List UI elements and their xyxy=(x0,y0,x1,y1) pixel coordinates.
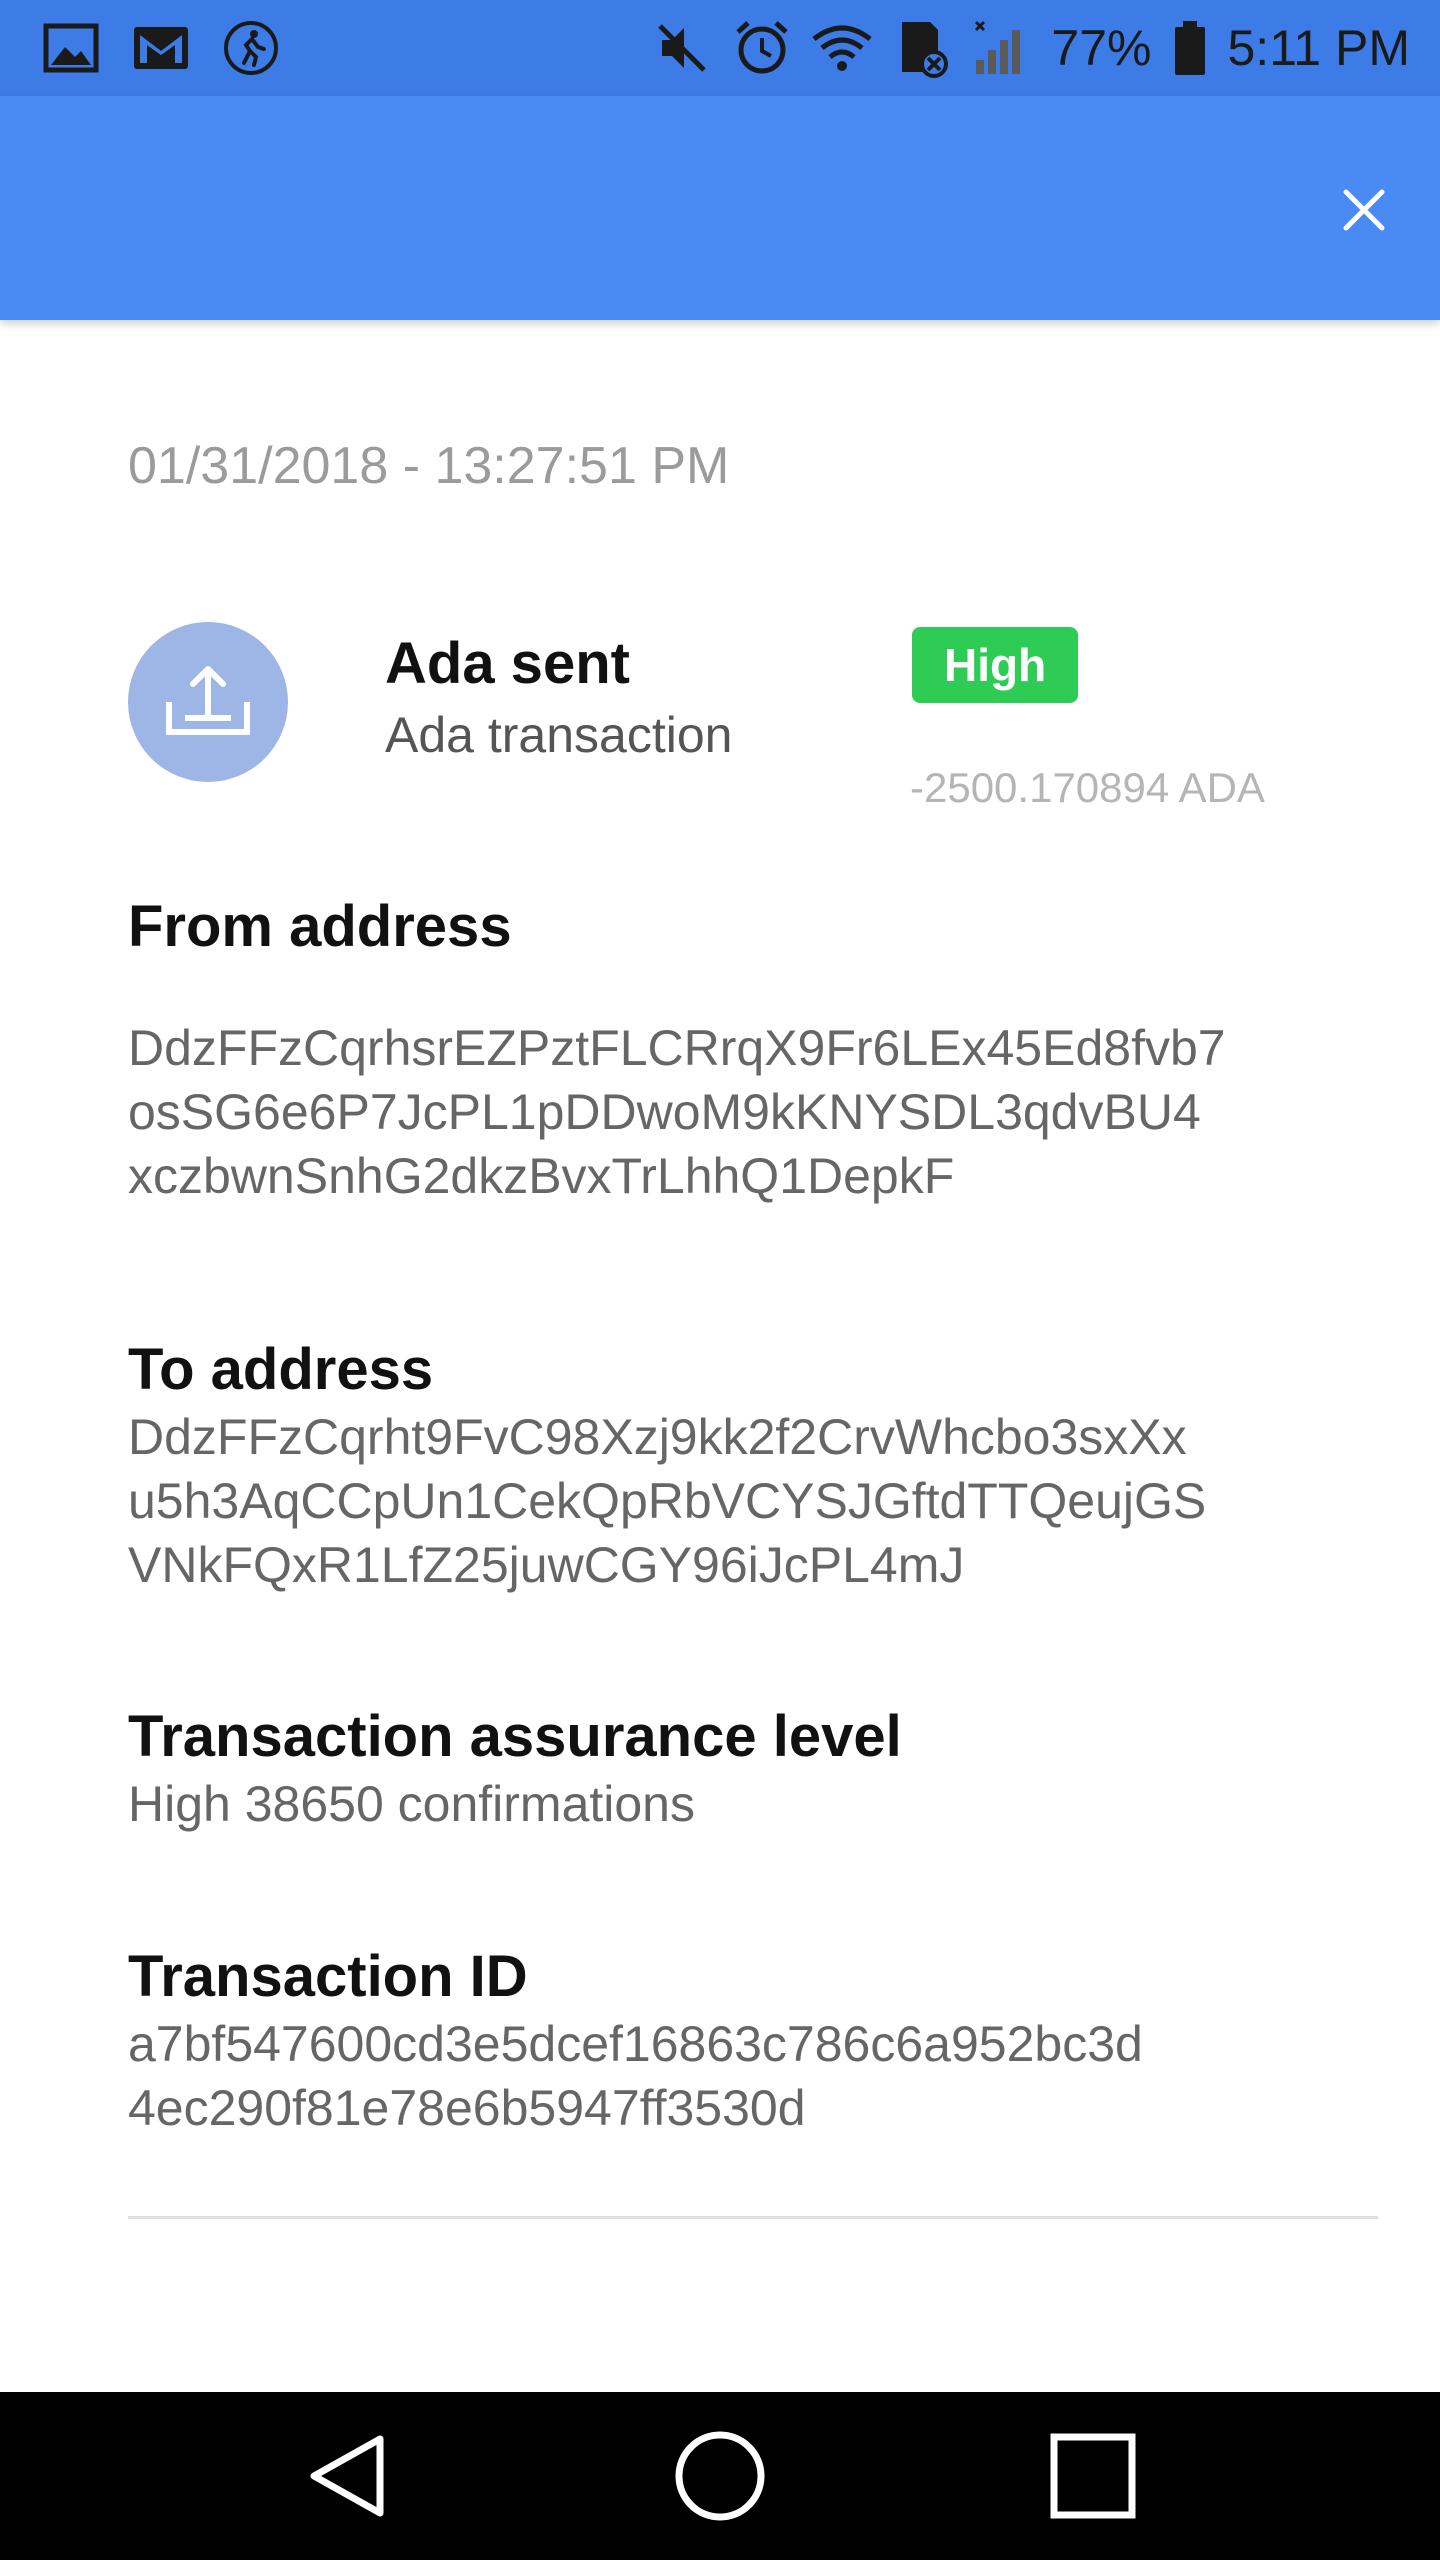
transaction-summary: Ada sent Ada transaction High -2500.1708… xyxy=(128,622,1378,842)
signal-icon xyxy=(971,17,1033,79)
app-header xyxy=(0,96,1440,320)
gallery-icon xyxy=(40,17,102,79)
home-button[interactable] xyxy=(650,2416,790,2536)
from-address-title: From address xyxy=(128,894,512,959)
fitness-icon xyxy=(220,17,282,79)
transaction-detail-screen: 77% 5:11 PM 01/31/2018 - 13:27:51 PM Ada… xyxy=(0,0,1440,2560)
upload-icon xyxy=(166,666,250,735)
close-button[interactable] xyxy=(1328,174,1400,246)
transaction-id-line: 4ec290f81e78e6b5947ff3530d xyxy=(128,2080,806,2136)
transaction-id-section: Transaction ID a7bf547600cd3e5dcef16863c… xyxy=(128,1942,1378,2140)
assurance-level-value: High 38650 confirmations xyxy=(128,1776,695,1832)
to-address-line: VNkFQxR1LfZ25juwCGY96iJcPL4mJ xyxy=(128,1537,965,1593)
sd-card-icon xyxy=(891,17,953,79)
transaction-id-value[interactable]: a7bf547600cd3e5dcef16863c786c6a952bc3d 4… xyxy=(128,2012,1378,2140)
transaction-amount: -2500.170894 ADA xyxy=(910,764,1265,811)
transaction-title: Ada sent xyxy=(385,631,630,696)
from-address-section: From address DdzFFzCqrhsrEZPztFLCRrqX9Fr… xyxy=(128,892,1378,1208)
from-address-value[interactable]: DdzFFzCqrhsrEZPztFLCRrqX9Fr6LEx45Ed8fvb7… xyxy=(128,1016,1378,1208)
mute-icon xyxy=(651,17,713,79)
navigation-bar xyxy=(0,2392,1440,2560)
battery-percent: 77% xyxy=(1051,20,1152,76)
assurance-level-title: Transaction assurance level xyxy=(128,1704,902,1769)
recents-button[interactable] xyxy=(1023,2416,1163,2536)
transaction-type-avatar xyxy=(128,622,288,782)
back-icon xyxy=(310,2435,384,2517)
transaction-id-line: a7bf547600cd3e5dcef16863c786c6a952bc3d xyxy=(128,2016,1143,2072)
transaction-subtitle: Ada transaction xyxy=(385,707,733,763)
assurance-badge: High xyxy=(912,627,1079,703)
from-address-line: DdzFFzCqrhsrEZPztFLCRrqX9Fr6LEx45Ed8fvb7 xyxy=(128,1020,1226,1076)
alarm-icon xyxy=(731,17,793,79)
back-button[interactable] xyxy=(277,2416,417,2536)
from-address-line: osSG6e6P7JcPL1pDDwoM9kKNYSDL3qdvBU4 xyxy=(128,1084,1201,1140)
divider xyxy=(128,2216,1378,2219)
to-address-line: DdzFFzCqrht9FvC98Xzj9kk2f2CrvWhcbo3sxXx xyxy=(128,1409,1187,1465)
recents-icon xyxy=(1050,2433,1136,2519)
to-address-section: To address DdzFFzCqrht9FvC98Xzj9kk2f2Crv… xyxy=(128,1335,1378,1597)
close-icon xyxy=(1343,189,1385,231)
battery-icon xyxy=(1170,17,1210,79)
wifi-icon xyxy=(811,17,873,79)
assurance-level-section: Transaction assurance level High 38650 c… xyxy=(128,1702,1378,1836)
to-address-value[interactable]: DdzFFzCqrht9FvC98Xzj9kk2f2CrvWhcbo3sxXx … xyxy=(128,1405,1378,1597)
to-address-line: u5h3AqCCpUn1CekQpRbVCYSJGftdTTQeujGS xyxy=(128,1473,1207,1529)
transaction-timestamp: 01/31/2018 - 13:27:51 PM xyxy=(128,437,730,495)
from-address-line: xczbwnSnhG2dkzBvxTrLhhQ1DepkF xyxy=(128,1148,955,1204)
home-icon xyxy=(675,2431,765,2521)
to-address-title: To address xyxy=(128,1337,434,1402)
clock: 5:11 PM xyxy=(1227,20,1411,76)
status-bar: 77% 5:11 PM xyxy=(0,0,1440,96)
gmail-icon xyxy=(130,17,192,79)
transaction-id-title: Transaction ID xyxy=(128,1944,528,2009)
